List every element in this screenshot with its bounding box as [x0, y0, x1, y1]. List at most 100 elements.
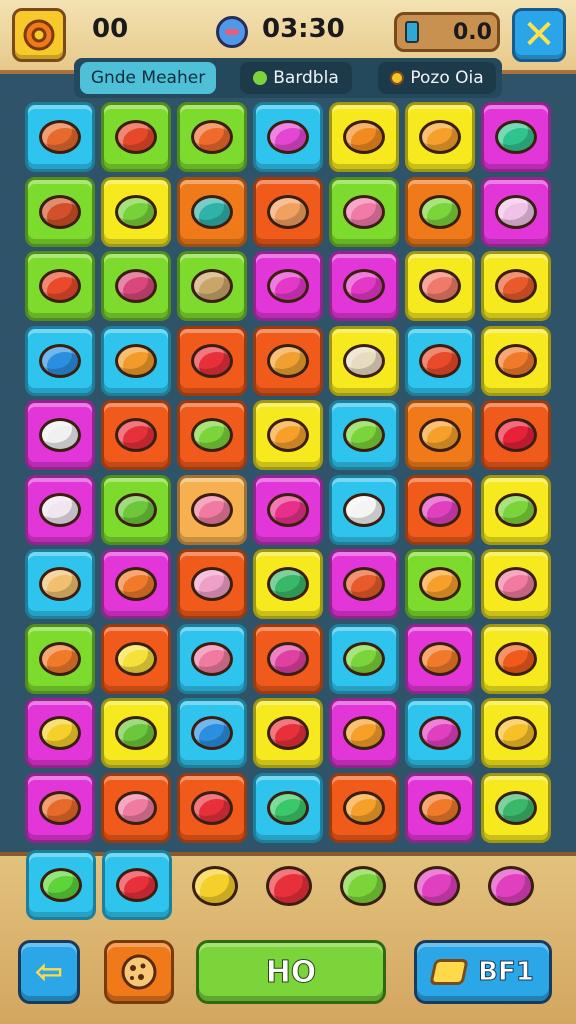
candy-icon: [495, 418, 537, 452]
tray-slot[interactable]: [102, 850, 172, 920]
candy-tile[interactable]: [101, 549, 171, 619]
candy-icon: [419, 492, 461, 527]
candy-tile[interactable]: [25, 176, 95, 247]
candy-tile[interactable]: [25, 400, 95, 470]
candy-tile[interactable]: [481, 400, 551, 470]
candy-icon: [115, 492, 157, 527]
candy-icon: [495, 269, 537, 303]
candy-tile[interactable]: [481, 549, 551, 619]
candy-tile[interactable]: [329, 772, 399, 843]
candy-tile[interactable]: [101, 102, 171, 172]
tray-slot[interactable]: [26, 850, 96, 920]
candy-tile[interactable]: [253, 102, 323, 172]
candy-tile[interactable]: [329, 176, 399, 247]
candy-icon: [39, 418, 81, 452]
candy-tile[interactable]: [25, 325, 95, 396]
candy-tile[interactable]: [177, 549, 247, 619]
candy-tile[interactable]: [405, 251, 475, 321]
candy-tile[interactable]: [405, 102, 475, 172]
candy-tile[interactable]: [329, 623, 399, 694]
play-button[interactable]: HO: [196, 940, 386, 1004]
candy-tile[interactable]: [101, 400, 171, 470]
candy-tile[interactable]: [481, 325, 551, 396]
tray-candy[interactable]: [488, 866, 534, 906]
candy-tile[interactable]: [405, 623, 475, 694]
candy-tile[interactable]: [405, 400, 475, 470]
candy-tile[interactable]: [101, 251, 171, 321]
candy-tile[interactable]: [25, 102, 95, 172]
candy-tile[interactable]: [101, 176, 171, 247]
candy-tile[interactable]: [253, 474, 323, 545]
tab-boards[interactable]: Bardbla: [240, 62, 352, 94]
candy-tile[interactable]: [405, 176, 475, 247]
candy-tile[interactable]: [405, 549, 475, 619]
candy-tile[interactable]: [177, 623, 247, 694]
candy-tile[interactable]: [177, 251, 247, 321]
candy-tile[interactable]: [253, 325, 323, 396]
candy-tile[interactable]: [177, 176, 247, 247]
candy-tile[interactable]: [481, 698, 551, 768]
candy-tile[interactable]: [101, 772, 171, 843]
candy-tile[interactable]: [481, 102, 551, 172]
candy-tile[interactable]: [253, 251, 323, 321]
candy-tile[interactable]: [177, 325, 247, 396]
candy-tile[interactable]: [253, 772, 323, 843]
candy-tile[interactable]: [329, 698, 399, 768]
cookie-booster-button[interactable]: [104, 940, 174, 1004]
candy-icon: [115, 641, 157, 676]
candy-tile[interactable]: [177, 102, 247, 172]
close-button[interactable]: ✕: [512, 8, 566, 62]
tray-candy[interactable]: [340, 866, 386, 906]
tray-candy[interactable]: [192, 866, 238, 906]
candy-icon: [191, 567, 233, 601]
candy-tile[interactable]: [329, 251, 399, 321]
candy-tile[interactable]: [253, 549, 323, 619]
back-button[interactable]: ⇦: [18, 940, 80, 1004]
candy-tile[interactable]: [481, 772, 551, 843]
candy-tile[interactable]: [101, 698, 171, 768]
candy-icon: [495, 120, 537, 154]
candy-tile[interactable]: [177, 698, 247, 768]
candy-tile[interactable]: [481, 474, 551, 545]
candy-icon: [419, 716, 461, 750]
candy-icon: [419, 567, 461, 601]
candy-icon: [39, 567, 81, 601]
candy-tile[interactable]: [177, 474, 247, 545]
candy-tile[interactable]: [481, 176, 551, 247]
tab-points[interactable]: Pozo Oia: [378, 62, 496, 94]
candy-tile[interactable]: [329, 549, 399, 619]
candy-tile[interactable]: [101, 325, 171, 396]
settings-button[interactable]: [12, 8, 66, 62]
candy-tile[interactable]: [253, 400, 323, 470]
candy-tile[interactable]: [405, 325, 475, 396]
shop-button[interactable]: BF1: [414, 940, 552, 1004]
candy-tile[interactable]: [253, 698, 323, 768]
candy-tile[interactable]: [329, 474, 399, 545]
candy-tile[interactable]: [25, 623, 95, 694]
candy-tile[interactable]: [481, 251, 551, 321]
tab-game-mode[interactable]: Gnde Meaher: [80, 62, 216, 94]
candy-tile[interactable]: [25, 474, 95, 545]
candy-tile[interactable]: [405, 474, 475, 545]
candy-tile[interactable]: [25, 772, 95, 843]
candy-icon: [419, 269, 461, 303]
candy-tile[interactable]: [25, 698, 95, 768]
candy-tile[interactable]: [405, 698, 475, 768]
arrow-left-icon: ⇦: [34, 952, 64, 992]
candy-tile[interactable]: [405, 772, 475, 843]
tray-candy[interactable]: [266, 866, 312, 906]
candy-tile[interactable]: [177, 400, 247, 470]
candy-tile[interactable]: [101, 474, 171, 545]
candy-tile[interactable]: [253, 176, 323, 247]
candy-icon: [39, 194, 81, 229]
candy-tile[interactable]: [481, 623, 551, 694]
tray-candy[interactable]: [414, 866, 460, 906]
candy-tile[interactable]: [101, 623, 171, 694]
candy-tile[interactable]: [329, 400, 399, 470]
candy-tile[interactable]: [329, 325, 399, 396]
candy-tile[interactable]: [177, 772, 247, 843]
candy-tile[interactable]: [253, 623, 323, 694]
candy-tile[interactable]: [25, 549, 95, 619]
candy-tile[interactable]: [25, 251, 95, 321]
candy-tile[interactable]: [329, 102, 399, 172]
